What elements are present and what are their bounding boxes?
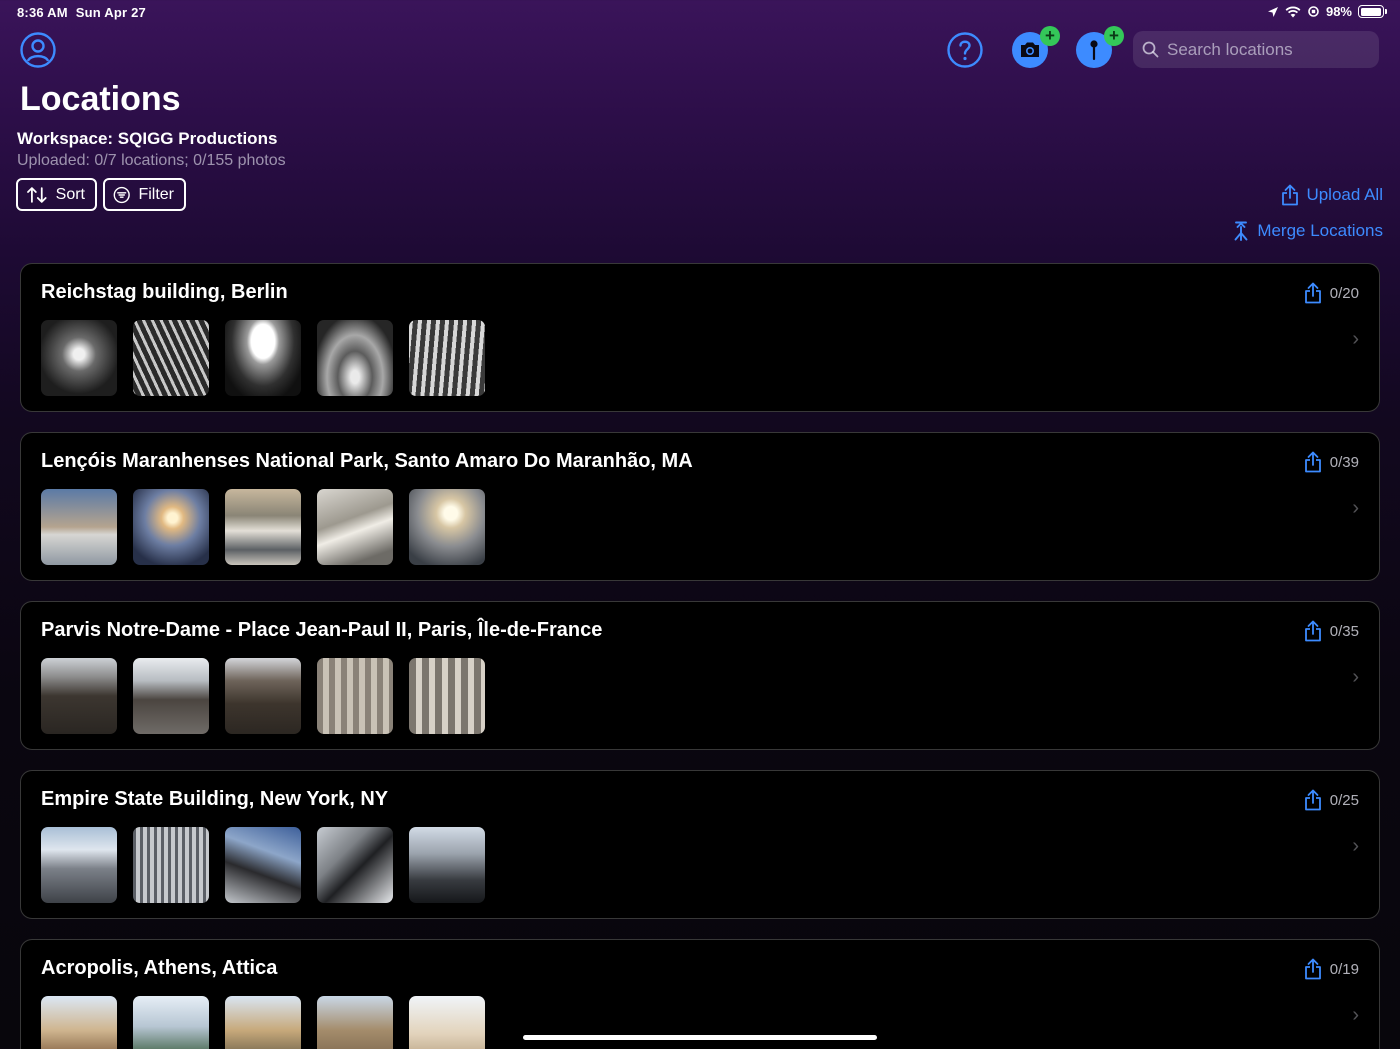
share-upload-icon	[1304, 789, 1321, 811]
location-upload-status[interactable]: 0/25	[1304, 789, 1359, 811]
photo-thumbnail[interactable]	[225, 996, 301, 1049]
chevron-right-icon: ›	[1352, 328, 1359, 350]
upload-count: 0/19	[1329, 960, 1359, 978]
upload-all-label: Upload All	[1306, 185, 1383, 204]
share-upload-icon	[1304, 282, 1321, 304]
merge-icon	[1234, 221, 1248, 241]
person-circle-icon	[20, 32, 56, 68]
photo-thumbnail[interactable]	[225, 658, 301, 734]
photo-thumbnail[interactable]	[317, 489, 393, 565]
wifi-icon	[1285, 6, 1301, 17]
photo-thumbnail[interactable]	[41, 658, 117, 734]
photo-strip	[41, 827, 485, 903]
add-photo-button[interactable]: +	[1011, 26, 1060, 69]
location-upload-status[interactable]: 0/39	[1304, 451, 1359, 473]
location-card[interactable]: Lençóis Maranhenses National Park, Santo…	[20, 432, 1380, 581]
photo-thumbnail[interactable]	[409, 320, 485, 396]
upload-all-button[interactable]: Upload All	[1281, 184, 1383, 206]
photo-thumbnail[interactable]	[133, 320, 209, 396]
photo-thumbnail[interactable]	[133, 996, 209, 1049]
upload-count: 0/25	[1329, 791, 1359, 809]
location-name: Acropolis, Athens, Attica	[41, 957, 278, 979]
location-card[interactable]: Acropolis, Athens, Attica 0/19 ›	[20, 939, 1380, 1049]
share-upload-icon	[1304, 451, 1321, 473]
search-icon	[1142, 41, 1159, 58]
upload-count: 0/35	[1329, 622, 1359, 640]
location-upload-status[interactable]: 0/20	[1304, 282, 1359, 304]
location-card[interactable]: Reichstag building, Berlin 0/20 ›	[20, 263, 1380, 412]
upload-summary: Uploaded: 0/7 locations; 0/155 photos	[17, 152, 286, 169]
share-upload-icon	[1304, 620, 1321, 642]
photo-thumbnail[interactable]	[409, 996, 485, 1049]
page-title: Locations	[20, 80, 181, 118]
photo-strip	[41, 996, 485, 1049]
photo-thumbnail[interactable]	[41, 489, 117, 565]
merge-locations-label: Merge Locations	[1257, 221, 1383, 240]
location-name: Empire State Building, New York, NY	[41, 788, 389, 810]
status-indicators: 98%	[1267, 4, 1387, 19]
sort-label: Sort	[55, 185, 85, 203]
photo-strip	[41, 320, 485, 396]
location-name: Lençóis Maranhenses National Park, Santo…	[41, 450, 693, 472]
add-badge: +	[1040, 26, 1060, 46]
filter-button[interactable]: Filter	[103, 178, 186, 211]
battery-percent: 98%	[1325, 4, 1352, 19]
photo-thumbnail[interactable]	[133, 489, 209, 565]
status-date: Sun Apr 27	[75, 5, 146, 20]
filter-label: Filter	[138, 185, 174, 203]
photo-thumbnail[interactable]	[133, 827, 209, 903]
add-badge: +	[1104, 26, 1124, 46]
battery-icon	[1358, 5, 1387, 18]
photo-thumbnail[interactable]	[317, 996, 393, 1049]
location-name: Parvis Notre-Dame - Place Jean-Paul II, …	[41, 619, 603, 641]
photo-thumbnail[interactable]	[133, 658, 209, 734]
help-button[interactable]	[946, 31, 984, 69]
status-time-date: 8:36 AM Sun Apr 27	[17, 5, 146, 20]
sort-arrows-icon	[27, 186, 47, 203]
question-circle-icon	[947, 32, 983, 68]
chevron-right-icon: ›	[1352, 1004, 1359, 1026]
upload-count: 0/39	[1329, 453, 1359, 471]
search-bar[interactable]	[1133, 31, 1379, 68]
top-toolbar: + +	[0, 26, 1400, 74]
photo-strip	[41, 489, 485, 565]
photo-thumbnail[interactable]	[41, 996, 117, 1049]
photo-thumbnail[interactable]	[317, 658, 393, 734]
photo-strip	[41, 658, 485, 734]
photo-thumbnail[interactable]	[225, 320, 301, 396]
chevron-right-icon: ›	[1352, 835, 1359, 857]
location-upload-status[interactable]: 0/35	[1304, 620, 1359, 642]
photo-thumbnail[interactable]	[317, 320, 393, 396]
add-location-button[interactable]: +	[1075, 26, 1124, 69]
profile-button[interactable]	[19, 31, 57, 69]
location-card[interactable]: Empire State Building, New York, NY 0/25…	[20, 770, 1380, 919]
sort-button[interactable]: Sort	[16, 178, 97, 211]
photo-thumbnail[interactable]	[41, 827, 117, 903]
photo-thumbnail[interactable]	[409, 827, 485, 903]
search-input[interactable]	[1167, 39, 1367, 60]
chevron-right-icon: ›	[1352, 497, 1359, 519]
location-card[interactable]: Parvis Notre-Dame - Place Jean-Paul II, …	[20, 601, 1380, 750]
filter-circle-icon	[113, 186, 130, 203]
location-upload-status[interactable]: 0/19	[1304, 958, 1359, 980]
status-bar: 8:36 AM Sun Apr 27 98%	[0, 0, 1400, 24]
photo-thumbnail[interactable]	[225, 489, 301, 565]
photo-thumbnail[interactable]	[317, 827, 393, 903]
workspace-label: Workspace: SQIGG Productions	[17, 129, 278, 148]
location-arrow-icon	[1267, 6, 1278, 17]
photo-thumbnail[interactable]	[41, 320, 117, 396]
share-upload-icon	[1282, 184, 1299, 206]
home-indicator[interactable]	[523, 1035, 877, 1040]
location-name: Reichstag building, Berlin	[41, 281, 288, 303]
merge-locations-button[interactable]: Merge Locations	[1232, 221, 1383, 241]
chevron-right-icon: ›	[1352, 666, 1359, 688]
status-time: 8:36 AM	[17, 5, 68, 20]
photo-thumbnail[interactable]	[225, 827, 301, 903]
photo-thumbnail[interactable]	[409, 489, 485, 565]
orientation-lock-icon	[1308, 6, 1319, 17]
photo-thumbnail[interactable]	[409, 658, 485, 734]
share-upload-icon	[1304, 958, 1321, 980]
upload-count: 0/20	[1329, 284, 1359, 302]
